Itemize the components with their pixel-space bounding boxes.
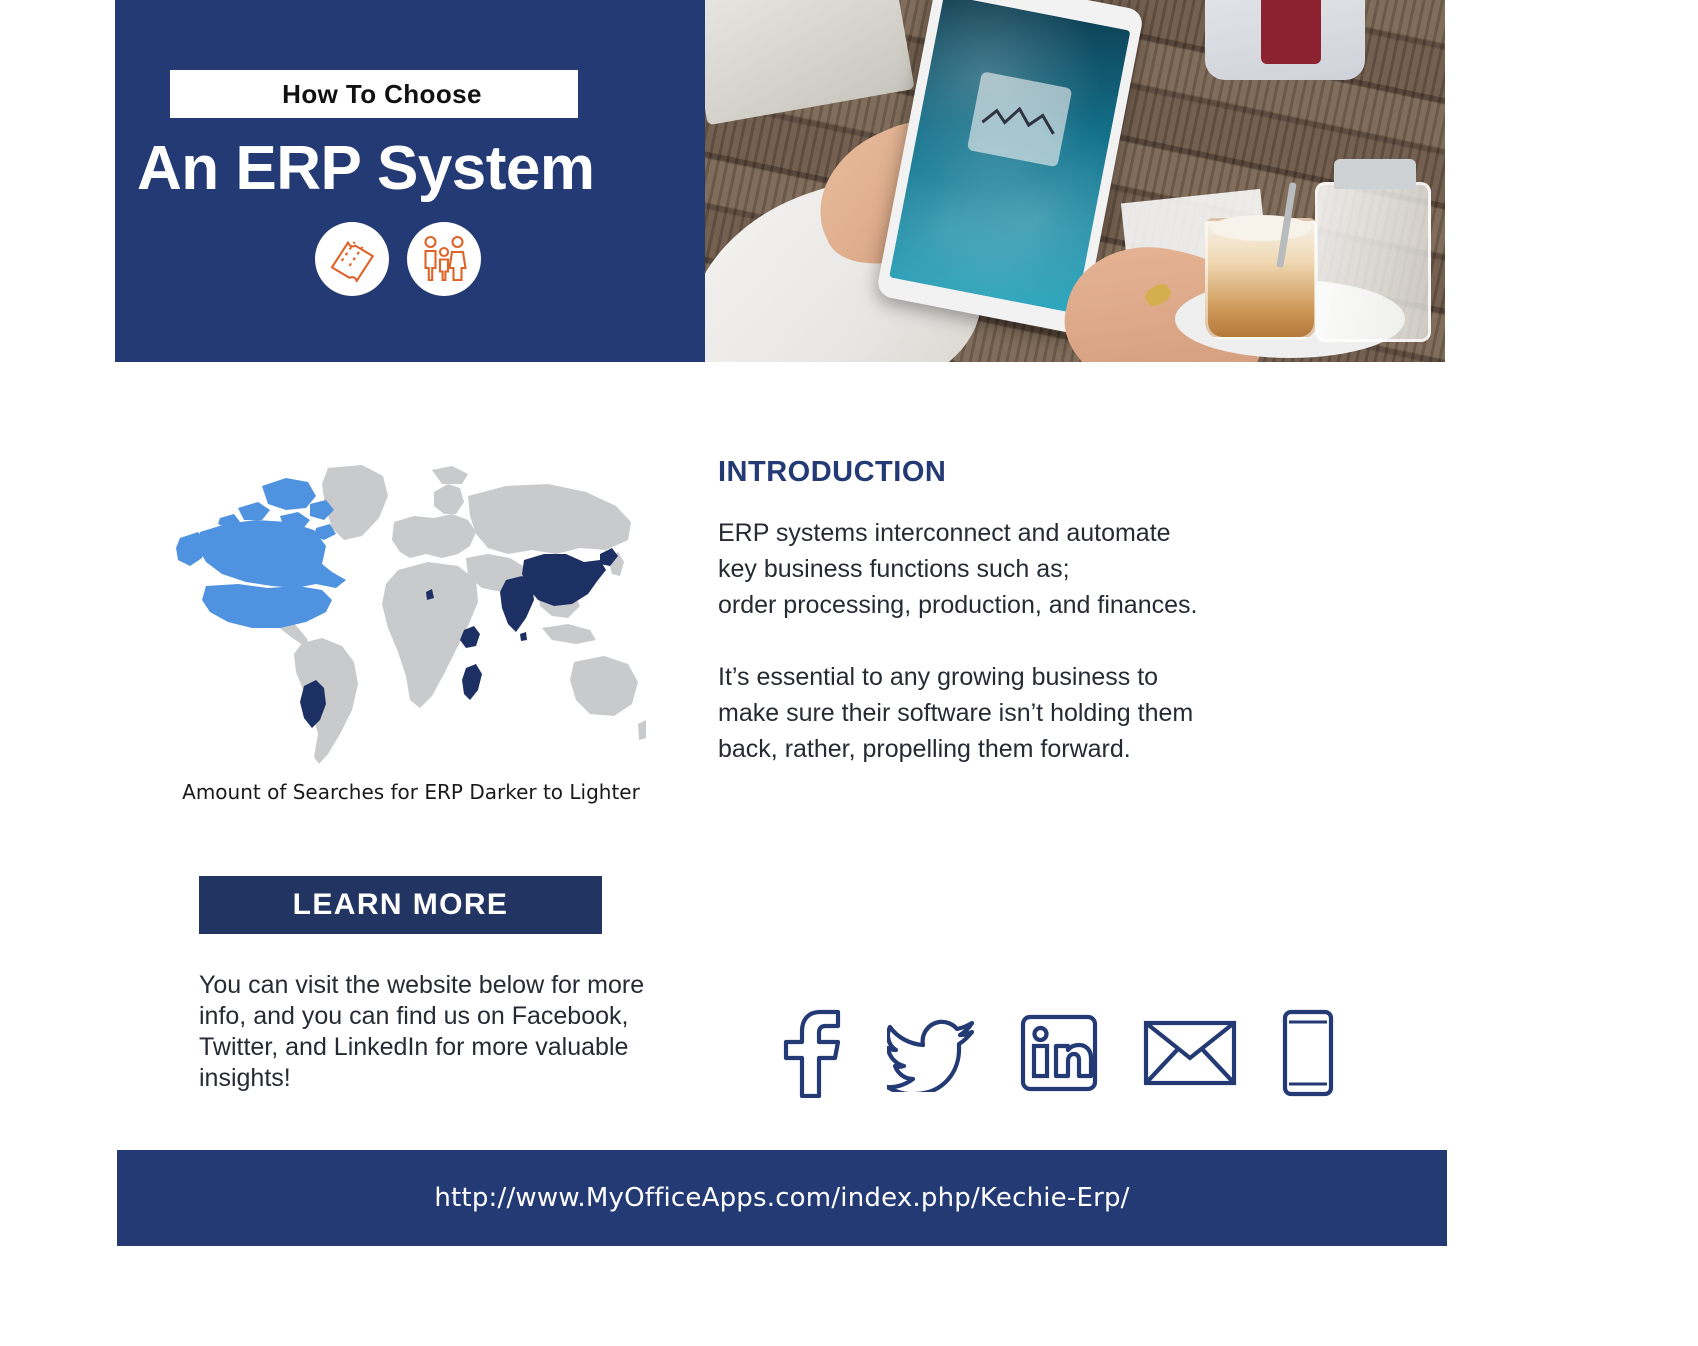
introduction-section: INTRODUCTION ERP systems interconnect an…	[718, 456, 1338, 767]
header-banner: How To Choose An ERP System	[115, 0, 1445, 362]
cta-description: You can visit the website below for more…	[199, 971, 645, 1092]
introduction-paragraph-1: ERP systems interconnect and automate ke…	[718, 519, 1198, 619]
footer-url[interactable]: http://www.MyOfficeApps.com/index.php/Ke…	[434, 1183, 1129, 1213]
learn-more-button[interactable]: LEARN MORE	[199, 876, 602, 934]
photo-coffee-foam	[1211, 215, 1311, 241]
family-group-icon	[407, 222, 481, 296]
map-region-north-america	[176, 478, 346, 628]
mobile-phone-icon[interactable]	[1282, 1009, 1334, 1097]
eyebrow-banner: How To Choose	[170, 70, 578, 118]
social-icon-row	[780, 1008, 1334, 1098]
photo-line-chart-icon	[981, 106, 1055, 135]
header-title-panel: How To Choose An ERP System	[115, 0, 705, 362]
footer-bar: http://www.MyOfficeApps.com/index.php/Ke…	[117, 1150, 1447, 1246]
facebook-icon[interactable]	[780, 1008, 842, 1098]
eyebrow-label: How To Choose	[282, 78, 482, 109]
ticket-icon-glyph	[330, 241, 374, 283]
photo-sugar-shaker	[1315, 159, 1431, 342]
introduction-heading: INTRODUCTION	[718, 456, 947, 488]
photo-person-red-shirt	[1261, 0, 1321, 64]
learn-more-label: LEARN MORE	[292, 888, 509, 921]
introduction-paragraph-2: It’s essential to any growing business t…	[718, 663, 1194, 763]
ticket-icon	[315, 222, 389, 296]
twitter-icon[interactable]	[887, 1014, 975, 1092]
photo-tablet-chart-card	[966, 71, 1073, 168]
email-icon[interactable]	[1143, 1020, 1237, 1086]
world-map-block: Amount of Searches for ERP Darker to Lig…	[176, 462, 646, 862]
family-group-icon-glyph	[424, 235, 467, 282]
world-map-chart	[176, 465, 646, 764]
header-icon-group	[315, 222, 481, 296]
map-caption: Amount of Searches for ERP Darker to Lig…	[182, 780, 640, 804]
page-title: An ERP System	[137, 134, 595, 203]
linkedin-icon[interactable]	[1020, 1014, 1098, 1092]
photo-coffee-glass	[1205, 215, 1317, 340]
infographic-page: How To Choose An ERP System Amount of Se…	[0, 0, 1698, 1346]
header-photo	[705, 0, 1445, 362]
photo-shaker-cap	[1334, 159, 1416, 189]
